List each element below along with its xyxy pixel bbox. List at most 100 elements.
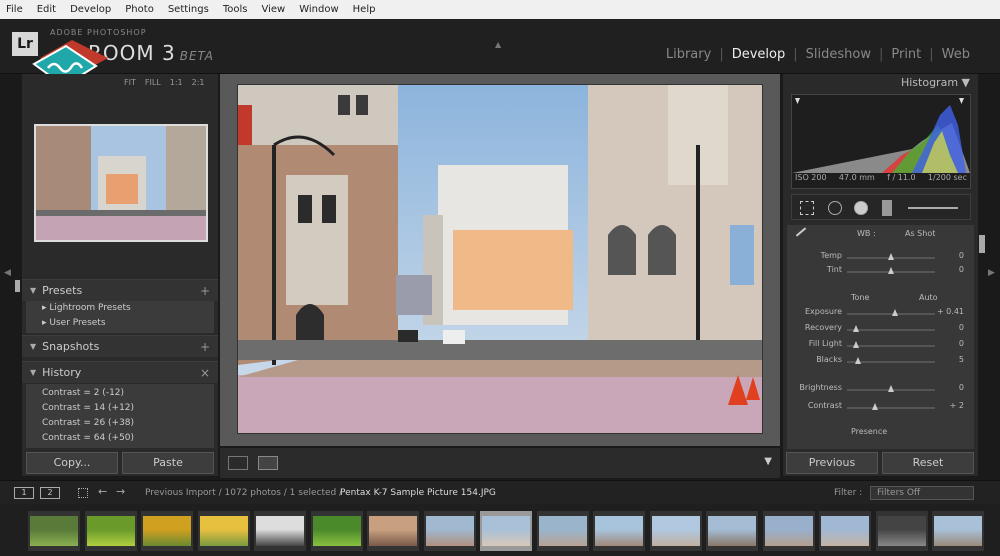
selected-filename[interactable]: Pentax K-7 Sample Picture 154.JPG [340, 488, 496, 498]
slider-value[interactable]: + 2 [934, 401, 964, 410]
reset-button[interactable]: Reset [882, 452, 974, 474]
preset-folder-lightroom[interactable]: ▸ Lightroom Presets [26, 301, 214, 316]
module-slideshow[interactable]: Slideshow [806, 47, 871, 62]
slider-track[interactable] [847, 407, 935, 409]
slider-value[interactable]: 0 [934, 265, 964, 274]
slider-thumb[interactable] [888, 267, 894, 274]
filmstrip-thumbnail[interactable] [197, 511, 250, 551]
zoom-fill[interactable]: FILL [145, 78, 161, 87]
slider-track[interactable] [847, 329, 935, 331]
module-web[interactable]: Web [942, 47, 970, 62]
slider-value[interactable]: + 0.41 [934, 307, 964, 316]
menu-edit[interactable]: Edit [37, 4, 56, 15]
menu-develop[interactable]: Develop [70, 4, 111, 15]
slider-value[interactable]: 0 [934, 251, 964, 260]
slider-exposure[interactable]: Exposure + 0.41 [787, 307, 974, 321]
slider-thumb[interactable] [892, 309, 899, 316]
right-scrollbar[interactable] [979, 235, 985, 253]
slider-value[interactable]: 0 [934, 323, 964, 332]
module-develop[interactable]: Develop [732, 47, 786, 62]
snapshots-header[interactable]: ▼ Snapshots + [22, 335, 218, 357]
back-arrow-icon[interactable]: ← [98, 485, 107, 498]
eyedropper-icon[interactable] [795, 227, 807, 237]
slider-value[interactable]: 5 [934, 355, 964, 364]
slider-thumb[interactable] [888, 253, 894, 260]
menu-photo[interactable]: Photo [125, 4, 154, 15]
copy-button[interactable]: Copy... [26, 452, 118, 474]
filmstrip-thumbnail[interactable] [932, 511, 984, 551]
slider-contrast[interactable]: Contrast + 2 [787, 401, 974, 415]
forward-arrow-icon[interactable]: → [116, 485, 125, 498]
collapse-top-icon[interactable]: ▲ [495, 40, 501, 49]
slider-value[interactable]: 0 [934, 383, 964, 392]
history-item[interactable]: Contrast = 64 (+50) [26, 431, 214, 446]
module-print[interactable]: Print [891, 47, 921, 62]
presets-header[interactable]: ▼ Presets + [22, 279, 218, 301]
monitor-2-button[interactable]: 2 [40, 487, 60, 499]
add-snapshot-icon[interactable]: + [200, 340, 210, 354]
main-photo[interactable] [237, 84, 763, 434]
preset-folder-user[interactable]: ▸ User Presets [26, 316, 214, 331]
filmstrip-thumbnail[interactable] [254, 511, 306, 551]
filmstrip-thumbnail[interactable] [480, 511, 532, 551]
filmstrip-thumbnail[interactable] [536, 511, 589, 551]
slider-temp[interactable]: Temp 0 [787, 251, 974, 265]
slider-thumb[interactable] [852, 325, 859, 332]
slider-thumb[interactable] [872, 403, 879, 410]
filmstrip-thumbnail[interactable] [141, 511, 193, 551]
menu-window[interactable]: Window [299, 4, 338, 15]
crop-icon[interactable] [800, 201, 814, 215]
slider-value[interactable]: 0 [934, 339, 964, 348]
histogram-header[interactable]: Histogram ▼ [783, 74, 978, 91]
grid-view-icon[interactable] [78, 488, 88, 498]
navigator-preview[interactable] [34, 124, 208, 242]
menu-file[interactable]: File [6, 4, 23, 15]
filmstrip-thumbnail[interactable] [28, 511, 80, 551]
clear-history-icon[interactable]: × [200, 366, 210, 380]
module-library[interactable]: Library [666, 47, 711, 62]
slider-thumb[interactable] [854, 357, 861, 364]
zoom-fit[interactable]: FIT [124, 78, 136, 87]
spot-removal-icon[interactable] [828, 201, 842, 215]
menu-help[interactable]: Help [353, 4, 376, 15]
left-scrollbar[interactable] [15, 280, 20, 292]
slider-track[interactable] [847, 313, 935, 315]
history-header[interactable]: ▼ History × [22, 361, 218, 383]
slider-blacks[interactable]: Blacks 5 [787, 355, 974, 369]
loupe-view-icon[interactable] [228, 456, 248, 470]
filmstrip-thumbnail[interactable] [875, 511, 928, 551]
slider-brightness[interactable]: Brightness 0 [787, 383, 974, 397]
wb-value[interactable]: As Shot [905, 229, 935, 238]
menu-view[interactable]: View [261, 4, 285, 15]
filter-select[interactable]: Filters Off [870, 486, 974, 500]
zoom-2-1[interactable]: 2:1 [192, 78, 205, 87]
menu-settings[interactable]: Settings [168, 4, 209, 15]
slider-track[interactable] [847, 345, 935, 347]
source-info[interactable]: Previous Import / 1072 photos / 1 select… [145, 488, 342, 498]
zoom-1-1[interactable]: 1:1 [170, 78, 183, 87]
filmstrip-thumbnail[interactable] [593, 511, 645, 551]
history-item[interactable]: Contrast = 2 (-12) [26, 386, 214, 401]
red-eye-icon[interactable] [854, 201, 868, 215]
filmstrip-thumbnail[interactable] [84, 511, 137, 551]
monitor-1-button[interactable]: 1 [14, 487, 34, 499]
graduated-filter-icon[interactable] [882, 200, 892, 216]
previous-button[interactable]: Previous [786, 452, 878, 474]
filmstrip-thumbnail[interactable] [367, 511, 419, 551]
filmstrip-thumbnail[interactable] [310, 511, 363, 551]
slider-recovery[interactable]: Recovery 0 [787, 323, 974, 337]
slider-thumb[interactable] [852, 341, 859, 348]
left-panel-toggle-icon[interactable]: ◀ [4, 268, 11, 278]
history-item[interactable]: Contrast = 26 (+38) [26, 416, 214, 431]
history-item[interactable]: Contrast = 14 (+12) [26, 401, 214, 416]
add-preset-icon[interactable]: + [200, 284, 210, 298]
menu-tools[interactable]: Tools [223, 4, 248, 15]
auto-tone-button[interactable]: Auto [919, 293, 938, 302]
slider-thumb[interactable] [888, 385, 894, 392]
slider-tint[interactable]: Tint 0 [787, 265, 974, 279]
slider-fill-light[interactable]: Fill Light 0 [787, 339, 974, 353]
paste-button[interactable]: Paste [122, 452, 214, 474]
right-panel-toggle-icon[interactable]: ▶ [988, 268, 995, 278]
before-after-icon[interactable] [258, 456, 278, 470]
filmstrip-thumbnail[interactable] [706, 511, 758, 551]
